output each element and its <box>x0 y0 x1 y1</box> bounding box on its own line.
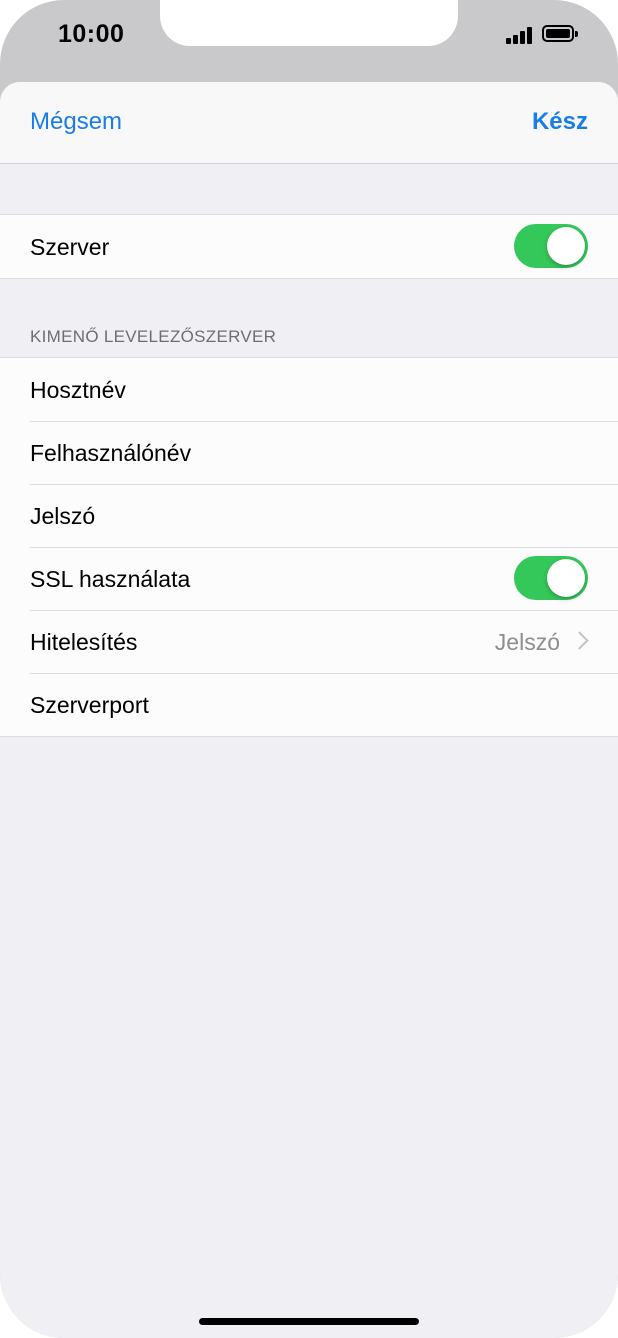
hostname-row[interactable]: Hosztnév <box>0 358 618 421</box>
server-port-row[interactable]: Szerverport <box>0 673 618 736</box>
authentication-label: Hitelesítés <box>30 629 138 655</box>
server-port-label: Szerverport <box>30 692 149 718</box>
notch <box>160 0 458 46</box>
cancel-button[interactable]: Mégsem <box>30 108 122 136</box>
authentication-row[interactable]: Hitelesítés Jelszó <box>0 610 618 673</box>
battery-icon <box>542 25 578 42</box>
server-label: Szerver <box>30 234 110 260</box>
outgoing-server-group: Hosztnév Felhasználónév Jelszó SSL haszn… <box>0 357 618 737</box>
ssl-row: SSL használata <box>0 547 618 610</box>
section-header-outgoing: KIMENŐ LEVELEZŐSZERVER <box>30 327 277 346</box>
username-label: Felhasználónév <box>30 440 192 466</box>
signal-icon <box>506 26 534 44</box>
ssl-toggle[interactable] <box>514 556 588 600</box>
password-row[interactable]: Jelszó <box>0 484 618 547</box>
done-button[interactable]: Kész <box>532 108 588 136</box>
server-row: Szerver <box>0 215 618 278</box>
settings-sheet: Mégsem Kész Szerver KIMENŐ LEVELEZŐSZERV… <box>0 82 618 1338</box>
server-group: Szerver <box>0 214 618 279</box>
navigation-bar: Mégsem Kész <box>0 82 618 164</box>
authentication-value: Jelszó <box>494 629 560 655</box>
ssl-label: SSL használata <box>30 566 191 592</box>
chevron-right-icon <box>570 631 589 650</box>
password-label: Jelszó <box>30 503 96 529</box>
server-toggle[interactable] <box>514 224 588 268</box>
hostname-label: Hosztnév <box>30 377 126 403</box>
home-indicator <box>199 1318 419 1325</box>
phone-frame: 10:00 Mégsem Kész Szerver KIMENŐ LEVELEZ… <box>0 0 618 1338</box>
username-row[interactable]: Felhasználónév <box>0 421 618 484</box>
status-time: 10:00 <box>58 20 125 48</box>
